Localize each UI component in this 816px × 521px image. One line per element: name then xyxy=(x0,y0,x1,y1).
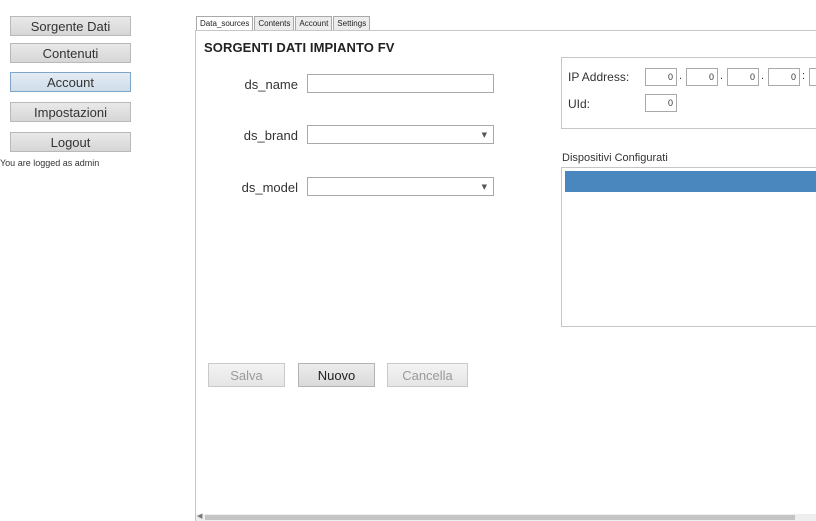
ip-port-separator: : xyxy=(802,70,806,82)
page-title: SORGENTI DATI IMPIANTO FV xyxy=(204,40,395,55)
chevron-down-icon: ▼ xyxy=(481,183,487,191)
sidebar-item-impostazioni[interactable]: Impostazioni xyxy=(10,102,131,122)
tab-bar: Data_sources Contents Account Settings xyxy=(196,16,371,31)
ds-brand-select[interactable]: ▼ xyxy=(307,125,494,144)
save-button[interactable]: Salva xyxy=(208,363,285,387)
tab-contents[interactable]: Contents xyxy=(254,16,295,30)
sidebar-item-account[interactable]: Account xyxy=(10,72,131,92)
ds-name-input[interactable] xyxy=(307,74,494,93)
sidebar-item-sorgente-dati[interactable]: Sorgente Dati xyxy=(10,16,131,36)
new-button[interactable]: Nuovo xyxy=(298,363,375,387)
ds-brand-label: ds_brand xyxy=(243,128,298,143)
devices-list[interactable] xyxy=(561,167,816,327)
sidebar: Sorgente Dati Contenuti Account Impostaz… xyxy=(0,0,180,521)
tab-account[interactable]: Account xyxy=(295,16,333,30)
ip-octet-3-input[interactable] xyxy=(727,68,759,86)
ip-octet-4-input[interactable] xyxy=(768,68,800,86)
sidebar-item-logout[interactable]: Logout xyxy=(10,132,131,152)
tab-settings[interactable]: Settings xyxy=(333,16,371,30)
uid-label: UId: xyxy=(568,97,591,111)
devices-list-title: Dispositivi Configurati xyxy=(562,152,668,164)
ip-octet-2-input[interactable] xyxy=(686,68,718,86)
ds-model-select[interactable]: ▼ xyxy=(307,177,494,196)
ds-model-label: ds_model xyxy=(241,180,298,195)
sidebar-item-contenuti[interactable]: Contenuti xyxy=(10,43,131,63)
ip-separator-dot: . xyxy=(720,70,724,82)
list-item-selected[interactable] xyxy=(565,171,816,192)
ip-separator-dot: . xyxy=(679,70,683,82)
tab-data-sources[interactable]: Data_sources xyxy=(196,16,254,31)
ds-name-label: ds_name xyxy=(244,77,298,92)
scrollbar-thumb[interactable] xyxy=(205,515,795,520)
logged-user-text: You are logged as admin xyxy=(0,158,100,168)
ip-octet-1-input[interactable] xyxy=(645,68,677,86)
ip-port-input[interactable] xyxy=(809,68,816,86)
chevron-down-icon: ▼ xyxy=(481,131,487,139)
horizontal-scrollbar[interactable]: ◀ xyxy=(196,512,816,521)
uid-input[interactable] xyxy=(645,94,677,112)
ip-address-label: IP Address: xyxy=(568,70,630,84)
ip-separator-dot: . xyxy=(761,70,765,82)
cancel-button[interactable]: Cancella xyxy=(387,363,468,387)
scroll-left-icon[interactable]: ◀ xyxy=(197,512,202,520)
